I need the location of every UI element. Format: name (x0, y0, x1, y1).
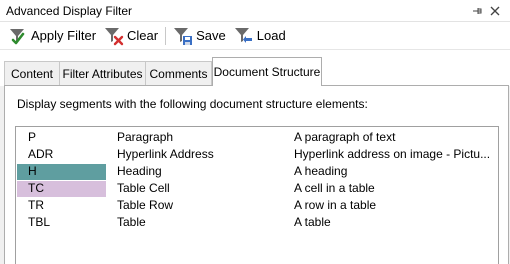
clear-button[interactable]: Clear (100, 24, 162, 48)
list-item[interactable]: TR Table Row A row in a table (16, 197, 498, 214)
tab-strip: Content Filter Attributes Comments Docum… (0, 50, 510, 86)
apply-filter-button[interactable]: Apply Filter (4, 24, 100, 48)
list-item[interactable]: H Heading A heading (16, 163, 498, 180)
funnel-load-icon (233, 25, 255, 47)
funnel-check-icon (7, 25, 29, 47)
tab-comments[interactable]: Comments (145, 61, 212, 85)
element-description: A row in a table (294, 198, 377, 212)
list-item[interactable]: TBL Table A table (16, 214, 498, 231)
element-code: P (28, 130, 37, 144)
tab-document-structure[interactable]: Document Structure (212, 57, 322, 86)
window-title: Advanced Display Filter (6, 3, 133, 18)
element-code: H (28, 164, 37, 178)
element-code: TR (28, 198, 44, 212)
apply-filter-label: Apply Filter (31, 28, 97, 43)
funnel-save-icon (172, 25, 194, 47)
close-icon[interactable] (488, 4, 502, 18)
tab-content-label: Content (10, 66, 54, 81)
element-name: Table Row (117, 198, 174, 212)
tab-filter-attributes-label: Filter Attributes (62, 66, 143, 81)
element-name: Hyperlink Address (117, 147, 214, 161)
element-description: A heading (294, 164, 348, 178)
pin-icon[interactable] (470, 4, 484, 18)
title-bar-buttons (470, 4, 510, 18)
panel-description: Display segments with the following docu… (17, 97, 368, 111)
element-name: Table (117, 215, 146, 229)
element-description: A cell in a table (294, 181, 375, 195)
filter-toolbar: Apply Filter Clear Save Load (0, 22, 510, 50)
structure-element-list[interactable]: P Paragraph A paragraph of text ADR Hype… (15, 126, 499, 264)
element-description: A paragraph of text (294, 130, 396, 144)
element-code: ADR (28, 147, 54, 161)
load-button[interactable]: Load (230, 24, 290, 48)
tab-comments-label: Comments (149, 66, 208, 81)
list-item[interactable]: TC Table Cell A cell in a table (16, 180, 498, 197)
list-item[interactable]: P Paragraph A paragraph of text (16, 129, 498, 146)
tab-filter-attributes[interactable]: Filter Attributes (59, 61, 146, 85)
element-name: Paragraph (117, 130, 174, 144)
element-code: TBL (28, 215, 51, 229)
title-bar: Advanced Display Filter (0, 0, 510, 22)
element-description: A table (294, 215, 331, 229)
funnel-clear-icon (103, 25, 125, 47)
load-label: Load (256, 28, 286, 43)
tab-content[interactable]: Content (4, 61, 60, 85)
element-name: Heading (117, 164, 162, 178)
list-item[interactable]: ADR Hyperlink Address Hyperlink address … (16, 146, 498, 163)
tab-document-structure-label: Document Structure (213, 65, 321, 79)
element-code: TC (28, 181, 44, 195)
document-structure-panel: Display segments with the following docu… (4, 85, 509, 264)
element-name: Table Cell (117, 181, 170, 195)
save-button[interactable]: Save (169, 24, 230, 48)
element-description: Hyperlink address on image - Pictu... (294, 147, 491, 161)
toolbar-separator (165, 26, 167, 45)
save-label: Save (196, 28, 226, 43)
clear-label: Clear (127, 28, 159, 43)
